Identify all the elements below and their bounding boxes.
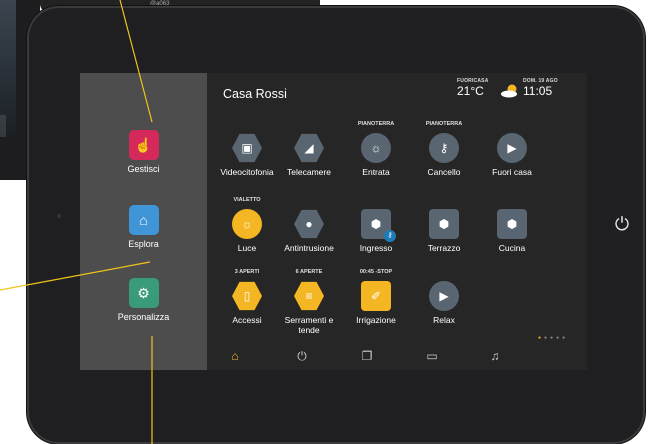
callout-line-gestisci <box>119 0 153 123</box>
callout-lines <box>0 0 153 444</box>
callout-line-esplora <box>0 261 151 291</box>
